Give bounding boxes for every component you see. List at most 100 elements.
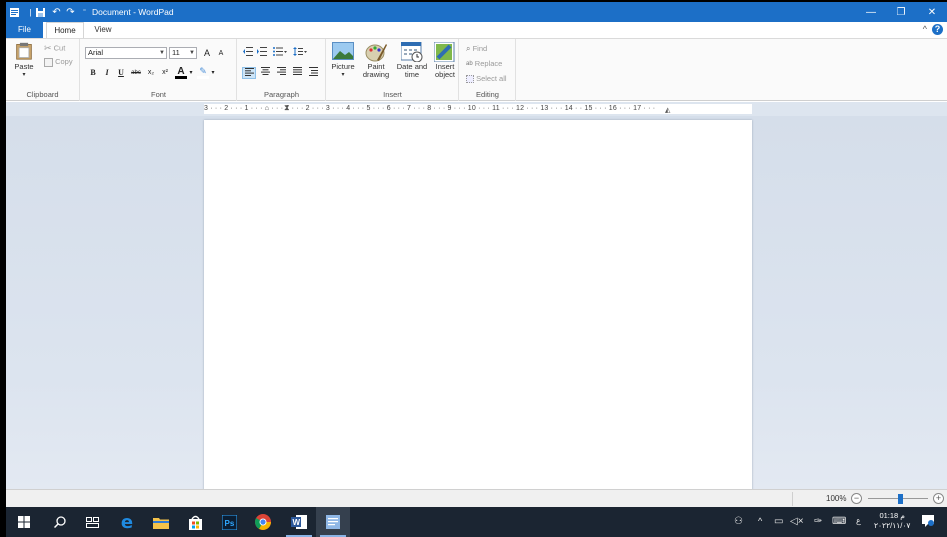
editing-group: ⌕ Find ab Replace Select all Editing	[460, 39, 516, 101]
people-icon[interactable]: ⚇	[734, 516, 743, 527]
task-view-button[interactable]	[76, 507, 108, 537]
increase-indent-icon[interactable]	[256, 47, 268, 59]
close-button[interactable]: ✕	[917, 2, 947, 22]
find-label: Find	[472, 44, 488, 53]
picture-dropdown-icon[interactable]: ▾	[329, 71, 357, 79]
taskbar-photoshop[interactable]: Ps	[212, 507, 246, 537]
save-icon[interactable]	[34, 5, 47, 19]
minimize-button[interactable]: —	[856, 2, 886, 22]
replace-label: Replace	[474, 59, 503, 68]
font-size-select[interactable]: 11 ▼	[169, 47, 197, 59]
copy-button[interactable]: Copy	[44, 57, 73, 67]
show-hidden-icons-icon[interactable]: ^	[758, 516, 762, 526]
select-all-label: Select all	[476, 74, 507, 83]
undo-icon[interactable]: ↶	[50, 5, 63, 19]
bold-button[interactable]: B	[87, 67, 99, 79]
text-color-button[interactable]: A	[175, 66, 187, 79]
text-color-dropdown-icon[interactable]: ▾	[187, 67, 195, 79]
paste-button[interactable]: Paste ▾	[10, 41, 38, 79]
paint-drawing-button[interactable]: Paint drawing	[359, 42, 393, 79]
status-bar: 100% − +	[6, 489, 947, 507]
date-time-button[interactable]: Date and time	[395, 42, 429, 79]
zoom-level: 100%	[826, 494, 847, 503]
zoom-out-button[interactable]: −	[851, 493, 862, 504]
subscript-button[interactable]: x₂	[145, 67, 157, 79]
left-indent-marker-icon[interactable]: ⧗	[284, 103, 290, 113]
clock-date: ٢٠٢٢/١١/٠٧	[874, 521, 911, 530]
taskbar-edge[interactable]: e	[110, 507, 144, 537]
pen-workspace-icon[interactable]: ✑	[814, 516, 822, 527]
search-button[interactable]	[44, 507, 76, 537]
paste-label: Paste	[14, 62, 34, 71]
edge-icon: e	[120, 511, 134, 533]
picture-button[interactable]: Picture ▾	[329, 42, 357, 79]
maximize-button[interactable]: ❐	[886, 2, 916, 22]
strikethrough-button[interactable]: abc	[129, 67, 143, 79]
zoom-in-button[interactable]: +	[933, 493, 944, 504]
start-button[interactable]	[6, 507, 42, 537]
font-family-select[interactable]: Arial ▼	[85, 47, 167, 59]
taskbar: e Ps W ⚇ ^ ▭ ◁× ✑ ⌨ ع 01:18 م ٢٠٢٢/١١/٠٧	[6, 507, 947, 537]
superscript-button[interactable]: x²	[159, 67, 171, 79]
taskbar-word[interactable]: W	[282, 507, 316, 537]
paste-dropdown-icon[interactable]: ▾	[10, 71, 38, 79]
volume-icon[interactable]: ◁×	[790, 516, 804, 527]
paragraph-settings-icon[interactable]	[306, 67, 320, 79]
bullet-list-icon[interactable]	[272, 47, 288, 59]
calendar-clock-icon	[401, 42, 423, 62]
grow-font-button[interactable]: A	[201, 47, 213, 59]
insert-object-icon	[434, 42, 455, 62]
taskbar-file-explorer[interactable]	[144, 507, 178, 537]
svg-text:Ps: Ps	[224, 519, 234, 528]
collapse-ribbon-icon[interactable]: ^	[923, 24, 927, 34]
insert-object-button[interactable]: Insert object	[431, 42, 459, 79]
insert-group: Picture ▾ Paint drawing Date and time In…	[327, 39, 459, 101]
replace-button[interactable]: ab Replace	[466, 59, 502, 68]
justify-icon[interactable]	[290, 67, 304, 79]
document-page[interactable]	[204, 120, 752, 500]
tab-view[interactable]: View	[88, 22, 118, 38]
italic-button[interactable]: I	[101, 67, 113, 79]
tab-home[interactable]: Home	[46, 22, 84, 39]
line-spacing-icon[interactable]	[292, 47, 308, 59]
font-family-dropdown-icon: ▼	[159, 50, 165, 56]
word-icon: W	[291, 515, 307, 529]
picture-icon	[332, 42, 354, 60]
cut-button[interactable]: ✂ Cut	[44, 43, 65, 54]
align-right-icon[interactable]	[274, 67, 288, 79]
redo-icon[interactable]: ↷	[64, 5, 77, 19]
right-indent-marker-icon[interactable]: ◭	[665, 106, 670, 114]
scissors-icon: ✂	[44, 43, 52, 53]
font-group-label: Font	[150, 90, 166, 99]
paragraph-group-label: Paragraph	[263, 90, 300, 99]
action-center-icon[interactable]	[922, 515, 934, 530]
find-button[interactable]: ⌕ Find	[466, 44, 487, 54]
window-title: Document - WordPad	[92, 7, 174, 17]
align-center-icon[interactable]	[258, 67, 272, 79]
taskbar-wordpad[interactable]	[316, 507, 350, 537]
align-left-icon[interactable]	[242, 67, 256, 79]
app-menu-icon[interactable]	[8, 5, 21, 19]
title-bar: | ↶ ↷ ⁼ Document - WordPad — ❐ ✕	[6, 2, 947, 22]
insert-group-label: Insert	[383, 90, 402, 99]
date-time-label-2: time	[404, 70, 420, 79]
decrease-indent-icon[interactable]	[242, 47, 254, 59]
highlight-dropdown-icon[interactable]: ▾	[209, 67, 217, 79]
help-icon[interactable]: ?	[932, 24, 943, 35]
taskbar-store[interactable]	[178, 507, 212, 537]
underline-button[interactable]: U	[115, 67, 127, 79]
input-language-indicator[interactable]: ع	[856, 516, 861, 525]
paint-drawing-icon	[365, 44, 387, 62]
font-size-dropdown-icon: ▼	[189, 50, 195, 56]
tab-file[interactable]: File	[6, 22, 43, 38]
zoom-slider-thumb[interactable]	[898, 494, 903, 504]
network-icon[interactable]: ▭	[774, 516, 783, 527]
customize-quick-access-icon[interactable]: ⁼	[78, 5, 91, 19]
clock[interactable]: 01:18 م ٢٠٢٢/١١/٠٧	[874, 511, 910, 531]
select-all-button[interactable]: Select all	[466, 74, 507, 84]
taskbar-chrome[interactable]	[246, 507, 280, 537]
touch-keyboard-icon[interactable]: ⌨	[832, 516, 846, 527]
clock-time: 01:18 م	[879, 511, 905, 520]
shrink-font-button[interactable]: A	[215, 48, 227, 60]
highlight-button[interactable]: ✎	[197, 66, 209, 79]
